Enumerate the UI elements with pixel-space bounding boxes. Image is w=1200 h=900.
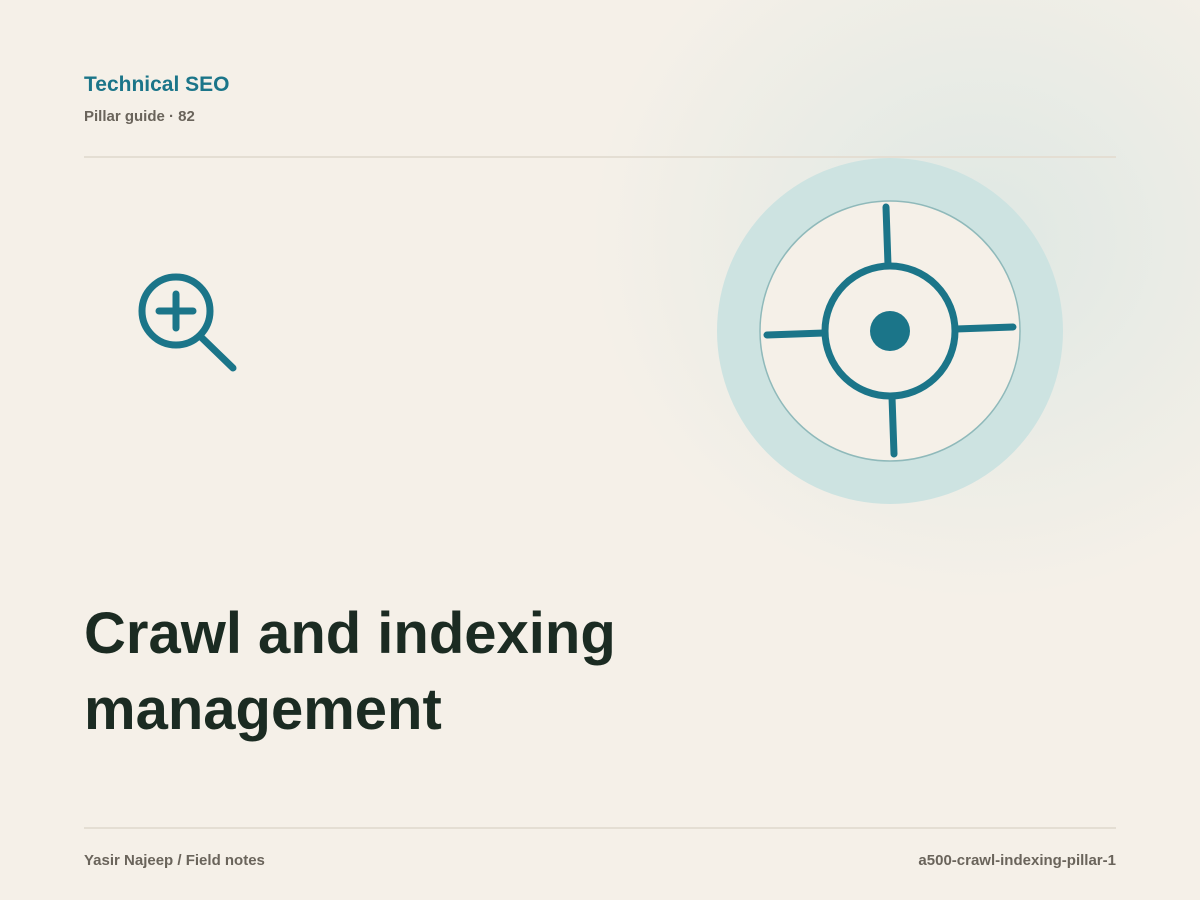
page-title: Crawl and indexing management <box>84 596 784 748</box>
title-line-1: Crawl and indexing <box>84 601 616 666</box>
author-credit: Yasir Najeep / Field notes <box>84 852 265 869</box>
category-label: Technical SEO <box>84 73 230 96</box>
header: Technical SEO Pillar guide · 82 <box>84 72 230 126</box>
crosshair-target-icon <box>717 158 1063 504</box>
title-line-2: management <box>84 677 442 742</box>
page-slug: a500-crawl-indexing-pillar-1 <box>918 852 1116 869</box>
bottom-divider <box>84 827 1116 829</box>
guide-subtitle: Pillar guide · 82 <box>84 108 195 125</box>
zoom-in-icon <box>138 273 237 372</box>
